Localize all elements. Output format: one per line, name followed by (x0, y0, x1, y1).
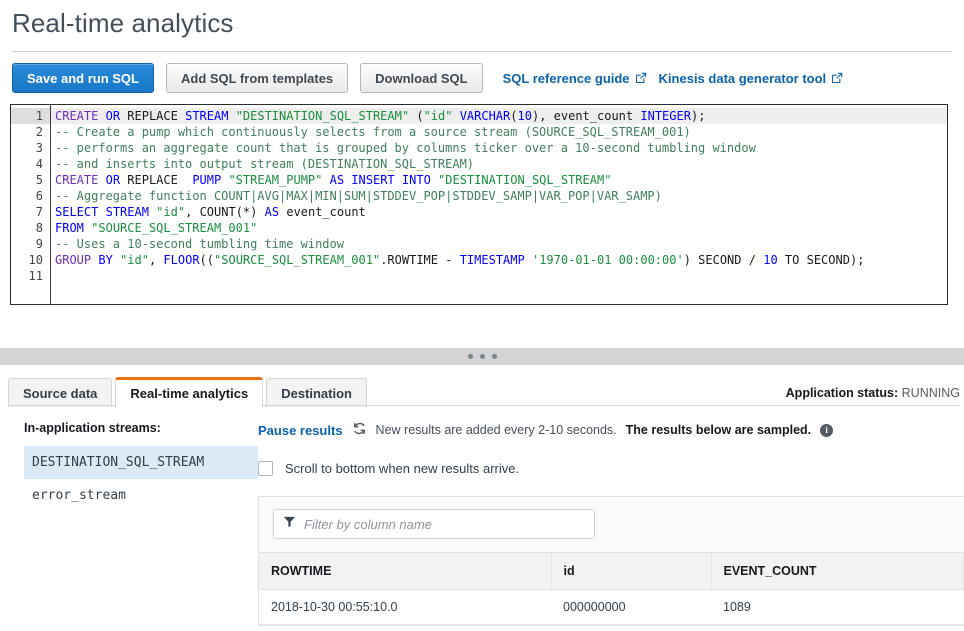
stream-item-error_stream[interactable]: error_stream (24, 479, 258, 512)
scroll-to-bottom-label: Scroll to bottom when new results arrive… (285, 461, 519, 476)
line-number: 6 (11, 188, 50, 204)
sql-reference-guide-link[interactable]: SQL reference guide (503, 71, 647, 86)
results-table-panel: Filter by column name ROWTIMEidEVENT_COU… (258, 496, 964, 626)
code-line: -- Create a pump which continuously sele… (51, 124, 947, 140)
download-sql-button[interactable]: Download SQL (360, 63, 482, 93)
pause-results-link[interactable]: Pause results (258, 423, 343, 438)
code-line: -- Uses a 10-second tumbling time window (51, 236, 947, 252)
filter-bar: Filter by column name (259, 497, 964, 553)
code-line: GROUP BY "id", FLOOR(("SOURCE_SQL_STREAM… (51, 252, 947, 268)
in-application-streams-panel: In-application streams: DESTINATION_SQL_… (0, 421, 258, 626)
results-table: ROWTIMEidEVENT_COUNT 2018-10-30 00:55:10… (259, 553, 964, 625)
results-header: Pause results New results are added ever… (258, 421, 964, 439)
stream-item-destination_sql_stream[interactable]: DESTINATION_SQL_STREAM (24, 446, 258, 479)
external-link-icon (831, 72, 843, 84)
scroll-to-bottom-row: Scroll to bottom when new results arrive… (258, 461, 964, 476)
handle-dot-2 (480, 354, 485, 359)
tab-panel-real-time-analytics: In-application streams: DESTINATION_SQL_… (0, 407, 964, 626)
panel-resize-handle[interactable] (0, 348, 964, 365)
page-title: Real-time analytics (0, 0, 964, 39)
line-number: 10 (11, 252, 50, 268)
cell-id: 000000000 (551, 590, 711, 625)
scroll-to-bottom-checkbox[interactable] (258, 461, 273, 476)
column-header-rowtime[interactable]: ROWTIME (259, 553, 551, 590)
line-number: 9 (11, 236, 50, 252)
code-line: FROM "SOURCE_SQL_STREAM_001" (51, 220, 947, 236)
add-sql-from-templates-button[interactable]: Add SQL from templates (166, 63, 348, 93)
sql-toolbar: Save and run SQL Add SQL from templates … (0, 52, 964, 104)
line-number: 11 (11, 268, 50, 284)
code-line: -- performs an aggregate count that is g… (51, 140, 947, 156)
info-icon[interactable]: i (820, 424, 833, 437)
editor-code-area[interactable]: CREATE OR REPLACE STREAM "DESTINATION_SQ… (51, 105, 947, 304)
results-panel: Pause results New results are added ever… (258, 421, 964, 626)
column-header-event_count[interactable]: EVENT_COUNT (711, 553, 964, 590)
filter-icon (283, 515, 296, 533)
stream-list: DESTINATION_SQL_STREAMerror_stream (24, 446, 258, 512)
results-table-head: ROWTIMEidEVENT_COUNT (259, 553, 964, 590)
results-table-body: 2018-10-30 00:55:10.00000000001089 (259, 590, 964, 625)
line-number: 2 (11, 124, 50, 140)
application-status: Application status: RUNNING (786, 386, 960, 400)
results-header-row: ROWTIMEidEVENT_COUNT (259, 553, 964, 590)
filter-input-placeholder: Filter by column name (304, 517, 432, 532)
handle-dot-1 (468, 354, 473, 359)
table-row: 2018-10-30 00:55:10.00000000001089 (259, 590, 964, 625)
code-line: SELECT STREAM "id", COUNT(*) AS event_co… (51, 204, 947, 220)
tab-destination[interactable]: Destination (266, 378, 367, 407)
refresh-note: New results are added every 2-10 seconds… (376, 423, 617, 437)
code-line: -- and inserts into output stream (DESTI… (51, 156, 947, 172)
line-number: 1 (11, 108, 50, 124)
tab-source-data[interactable]: Source data (8, 378, 112, 407)
line-number: 7 (11, 204, 50, 220)
code-line: CREATE OR REPLACE STREAM "DESTINATION_SQ… (51, 108, 947, 124)
code-line (51, 268, 947, 284)
refresh-icon (352, 421, 367, 439)
tab-bar: Source dataReal-time analyticsDestinatio… (0, 365, 964, 406)
column-header-id[interactable]: id (551, 553, 711, 590)
sql-editor[interactable]: 1234567891011 CREATE OR REPLACE STREAM "… (10, 104, 948, 305)
code-line: -- Aggregate function COUNT|AVG|MAX|MIN|… (51, 188, 947, 204)
tab-real-time-analytics[interactable]: Real-time analytics (115, 377, 263, 407)
kinesis-data-generator-tool-link[interactable]: Kinesis data generator tool (659, 71, 844, 86)
sampled-note: The results below are sampled. (626, 423, 811, 437)
sql-reference-guide-label: SQL reference guide (503, 71, 630, 86)
line-number: 3 (11, 140, 50, 156)
application-status-label: Application status: (786, 386, 899, 400)
line-number: 8 (11, 220, 50, 236)
filter-input[interactable]: Filter by column name (273, 509, 595, 539)
editor-line-number-gutter: 1234567891011 (11, 105, 51, 304)
kinesis-data-generator-tool-label: Kinesis data generator tool (659, 71, 827, 86)
handle-dot-3 (492, 354, 497, 359)
line-number: 5 (11, 172, 50, 188)
application-status-value: RUNNING (902, 386, 960, 400)
cell-rowtime: 2018-10-30 00:55:10.0 (259, 590, 551, 625)
cell-event_count: 1089 (711, 590, 964, 625)
save-and-run-sql-button[interactable]: Save and run SQL (12, 63, 154, 93)
code-line: CREATE OR REPLACE PUMP "STREAM_PUMP" AS … (51, 172, 947, 188)
external-link-icon (635, 72, 647, 84)
line-number: 4 (11, 156, 50, 172)
in-application-streams-heading: In-application streams: (24, 421, 258, 435)
